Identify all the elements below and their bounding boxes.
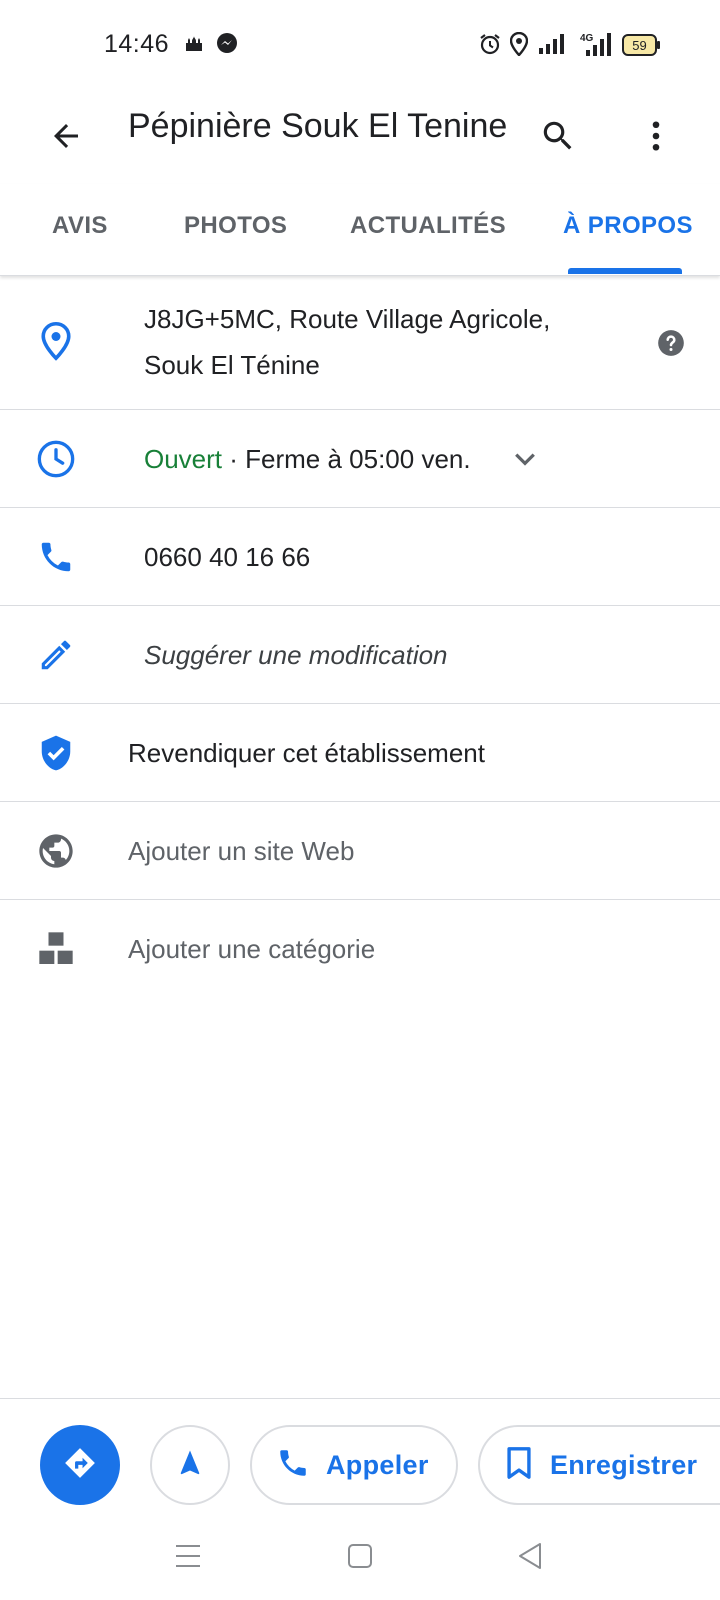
status-bar: 14:46 4G 59 — [0, 0, 720, 92]
active-tab-indicator — [568, 268, 682, 274]
more-vert-icon — [638, 118, 674, 159]
battery-icon: 59 — [622, 34, 662, 61]
clock-icon — [32, 435, 80, 483]
back-nav-button[interactable] — [512, 1540, 548, 1576]
save-button[interactable]: Enregistrer — [478, 1425, 720, 1505]
phone-icon — [32, 533, 80, 581]
location-icon — [509, 31, 529, 61]
phone-row[interactable]: 0660 40 16 66 — [0, 508, 720, 606]
call-button[interactable]: Appeler — [250, 1425, 458, 1505]
battery-level: 59 — [632, 38, 646, 53]
place-icon — [32, 317, 80, 365]
more-options-button[interactable] — [628, 110, 684, 166]
add-category-row[interactable]: Ajouter une catégorie — [0, 900, 720, 998]
suggest-edit-row[interactable]: Suggérer une modification — [0, 606, 720, 704]
arrow-back-icon — [48, 118, 84, 159]
app-bar: Pépinière Souk El Tenine — [0, 92, 720, 184]
signal-icon — [538, 34, 566, 59]
back-button[interactable] — [38, 110, 94, 166]
navigation-arrow-icon — [175, 1448, 205, 1483]
directions-button[interactable] — [40, 1425, 120, 1505]
menu-icon — [174, 1543, 202, 1574]
start-navigation-button[interactable] — [150, 1425, 230, 1505]
status-time: 14:46 — [104, 30, 170, 58]
claim-business-row[interactable]: Revendiquer cet établissement — [0, 704, 720, 802]
phone-number: 0660 40 16 66 — [144, 542, 311, 572]
phone-icon — [276, 1446, 310, 1485]
bookmark-icon — [504, 1446, 534, 1485]
home-nav-button[interactable] — [342, 1540, 378, 1576]
add-website-row[interactable]: Ajouter un site Web — [0, 802, 720, 900]
menu-nav-button[interactable] — [170, 1540, 206, 1576]
system-nav-bar — [0, 1516, 720, 1600]
directions-icon — [63, 1446, 97, 1485]
search-icon — [539, 117, 577, 160]
add-category-label: Ajouter une catégorie — [128, 934, 376, 964]
chevron-down-icon[interactable] — [510, 444, 540, 479]
back-triangle-icon — [517, 1542, 543, 1575]
call-label: Appeler — [326, 1449, 429, 1480]
hours-row[interactable]: Ouvert · Ferme à 05:00 ven. — [0, 410, 720, 508]
home-square-icon — [347, 1543, 373, 1574]
tab-bar: AVIS PHOTOS ACTUALITÉS À PROPOS — [0, 184, 720, 276]
address-row[interactable]: J8JG+5MC, Route Village Agricole, Souk E… — [0, 276, 720, 410]
category-icon — [32, 925, 80, 973]
address-line-1: J8JG+5MC, Route Village Agricole, — [144, 304, 551, 334]
help-icon[interactable] — [657, 329, 685, 362]
add-website-label: Ajouter un site Web — [128, 836, 355, 866]
claim-business-label: Revendiquer cet établissement — [128, 738, 485, 768]
tab-photos[interactable]: PHOTOS — [184, 212, 287, 240]
signal-4g-icon: 4G — [576, 30, 614, 61]
tab-avis[interactable]: AVIS — [52, 212, 108, 240]
page-title: Pépinière Souk El Tenine — [128, 107, 508, 145]
tab-actualites[interactable]: ACTUALITÉS — [350, 212, 506, 240]
address-line-2: Souk El Ténine — [144, 350, 320, 380]
save-label: Enregistrer — [550, 1449, 698, 1480]
messenger-icon — [216, 32, 238, 59]
open-status: Ouvert — [144, 444, 223, 474]
closing-time: · Ferme à 05:00 ven. — [222, 444, 471, 474]
verified-shield-icon — [32, 729, 80, 777]
alarm-icon — [479, 33, 501, 60]
hours-text: Ouvert · Ferme à 05:00 ven. — [144, 436, 471, 482]
edit-pencil-icon — [32, 631, 80, 679]
globe-icon — [32, 827, 80, 875]
mosque-icon — [184, 34, 204, 57]
suggest-edit-label: Suggérer une modification — [144, 640, 448, 670]
action-bar: Appeler Enregistrer — [0, 1398, 720, 1516]
tab-a-propos[interactable]: À PROPOS — [563, 212, 693, 240]
network-type-text: 4G — [580, 33, 594, 44]
search-button[interactable] — [530, 110, 586, 166]
